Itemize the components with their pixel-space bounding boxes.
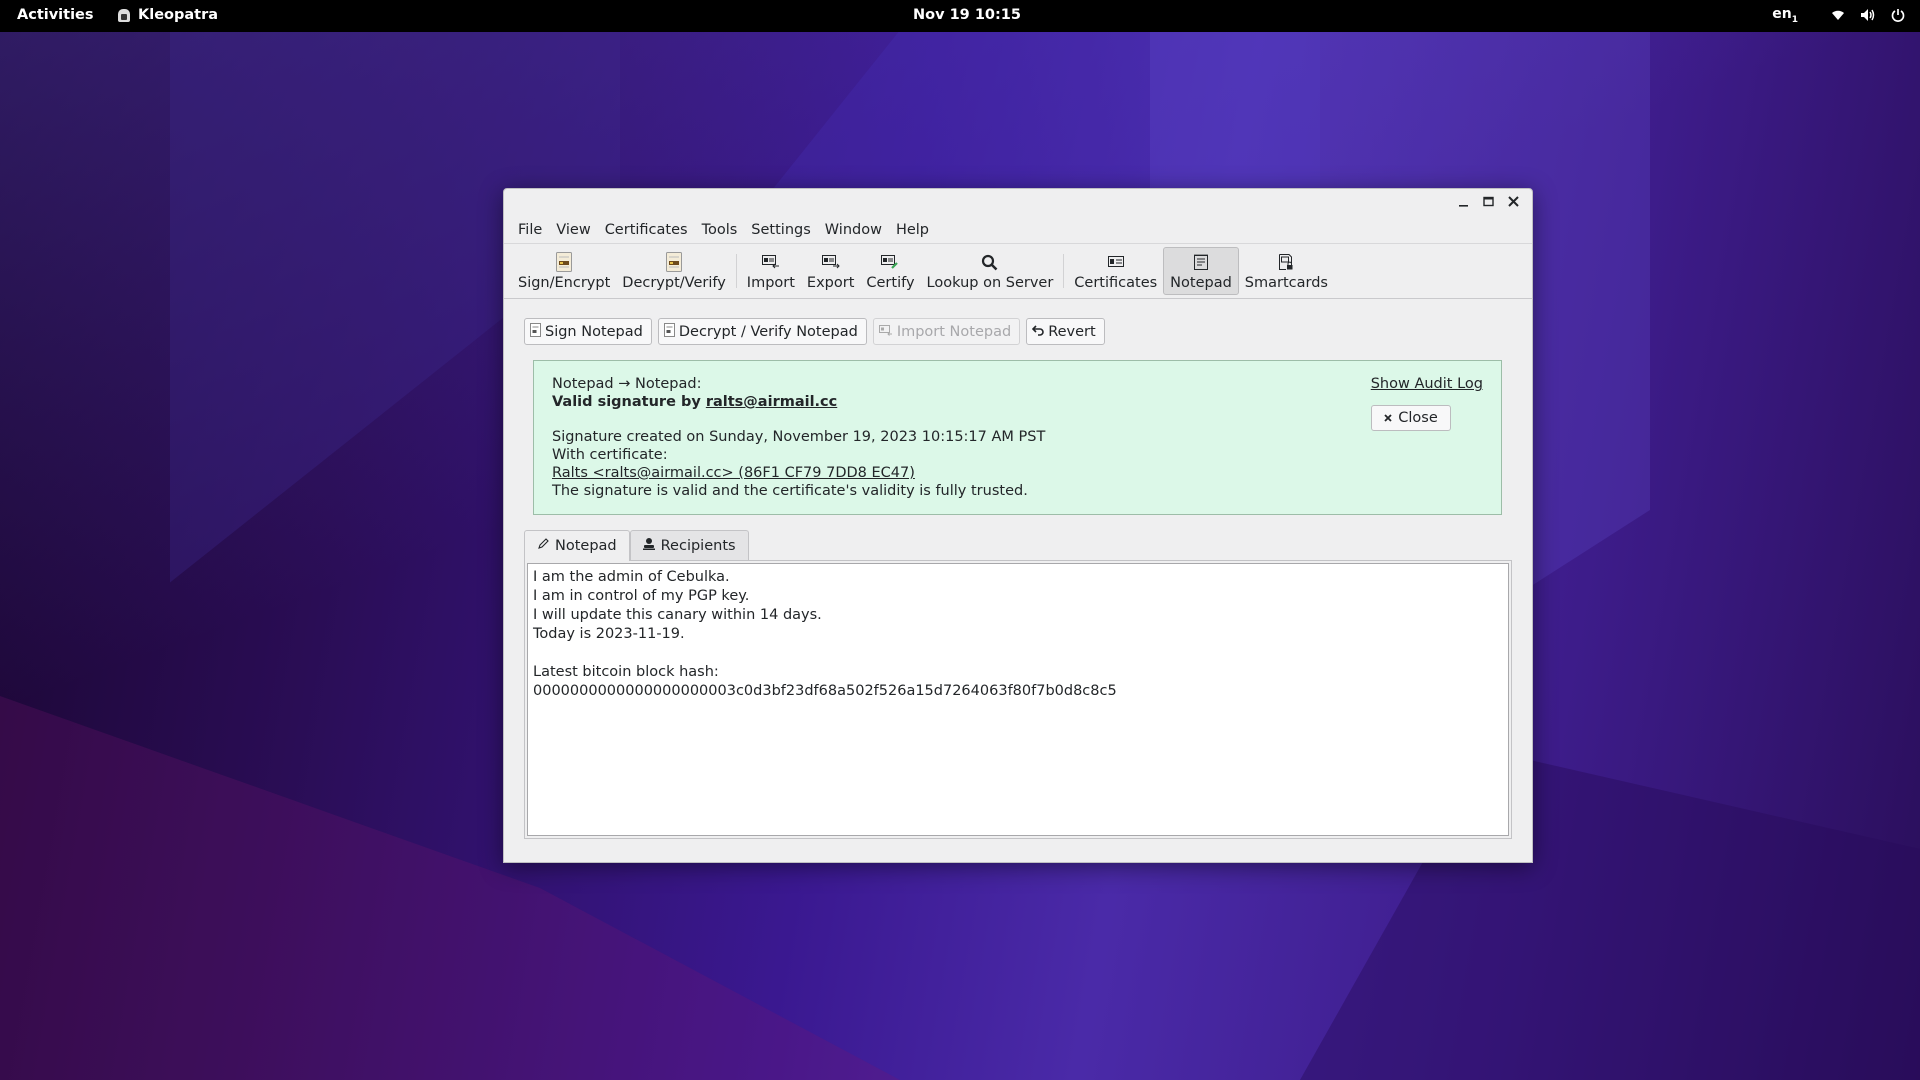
maximize-button[interactable] bbox=[1481, 194, 1495, 208]
import-notepad-label: Import Notepad bbox=[896, 323, 1012, 340]
revert-button[interactable]: Revert bbox=[1026, 318, 1105, 345]
activities-button[interactable]: Activities bbox=[17, 7, 94, 23]
toolbar-label: Smartcards bbox=[1244, 275, 1328, 291]
app-menu[interactable]: Kleopatra bbox=[118, 7, 218, 23]
tab-recipients[interactable]: Recipients bbox=[629, 530, 749, 560]
notepad-editor-frame: I am the admin of Cebulka. I am in contr… bbox=[524, 560, 1512, 839]
toolbar-label: Lookup on Server bbox=[926, 275, 1054, 291]
close-result-button[interactable]: Close bbox=[1371, 405, 1451, 431]
signer-email-link[interactable]: ralts@airmail.cc bbox=[706, 394, 837, 410]
clock[interactable]: Nov 19 10:15 bbox=[913, 7, 1021, 23]
volume-icon[interactable] bbox=[1860, 7, 1876, 23]
toolbar-label: Import bbox=[746, 275, 795, 291]
import-notepad-button[interactable]: Import Notepad bbox=[872, 318, 1021, 345]
wifi-icon[interactable] bbox=[1830, 7, 1846, 23]
menu-help[interactable]: Help bbox=[889, 222, 936, 238]
toolbar-label: Certificates bbox=[1074, 275, 1158, 291]
close-label: Close bbox=[1398, 410, 1438, 426]
document-icon bbox=[530, 322, 541, 341]
sign-notepad-button[interactable]: Sign Notepad bbox=[524, 318, 652, 345]
system-tray[interactable]: en1 bbox=[1772, 6, 1906, 25]
notepad-actions: Sign Notepad Decrypt / Verify Notepad Im… bbox=[524, 318, 1512, 345]
toolbar-label: Export bbox=[806, 275, 855, 291]
validity-statement: The signature is valid and the certifica… bbox=[552, 483, 1028, 499]
toolbar-certificates-button[interactable]: Certificates bbox=[1068, 247, 1163, 295]
toolbar-label: Notepad bbox=[1170, 275, 1232, 291]
toolbar-label: Sign/Encrypt bbox=[518, 275, 611, 291]
menu-view[interactable]: View bbox=[549, 222, 597, 238]
show-audit-log-link[interactable]: Show Audit Log bbox=[1371, 375, 1483, 393]
document-sign-icon bbox=[556, 251, 573, 273]
kleopatra-window: File View Certificates Tools Settings Wi… bbox=[503, 188, 1533, 863]
certificate-export-icon bbox=[821, 251, 840, 273]
user-icon bbox=[642, 537, 655, 554]
menu-certificates[interactable]: Certificates bbox=[598, 222, 695, 238]
toolbar-separator bbox=[735, 254, 737, 288]
menu-settings[interactable]: Settings bbox=[744, 222, 817, 238]
notepad-tabs: Notepad Recipients bbox=[524, 530, 1512, 561]
decrypt-verify-notepad-button[interactable]: Decrypt / Verify Notepad bbox=[657, 318, 867, 345]
toolbar-import-button[interactable]: Import bbox=[741, 247, 801, 295]
toolbar-certify-button[interactable]: Certify bbox=[860, 247, 920, 295]
tab-label: Recipients bbox=[660, 537, 736, 554]
main-toolbar: Sign/Encrypt Decrypt/Verify Import Expor… bbox=[504, 243, 1532, 299]
toolbar-label: Decrypt/Verify bbox=[622, 275, 726, 291]
minimize-button[interactable] bbox=[1456, 194, 1470, 208]
certificate-import-icon bbox=[878, 324, 893, 340]
certificates-icon bbox=[1107, 251, 1124, 273]
notepad-icon bbox=[1193, 251, 1208, 273]
toolbar-sign-encrypt-button[interactable]: Sign/Encrypt bbox=[512, 247, 616, 295]
tab-notepad[interactable]: Notepad bbox=[524, 530, 630, 561]
undo-icon bbox=[1032, 324, 1044, 340]
document-decrypt-icon bbox=[666, 251, 683, 273]
app-name: Kleopatra bbox=[138, 7, 219, 23]
toolbar-lookup-button[interactable]: Lookup on Server bbox=[921, 247, 1060, 295]
valid-signature-line: Valid signature by ralts@airmail.cc bbox=[552, 393, 1483, 411]
keyboard-layout-indicator[interactable]: en1 bbox=[1772, 6, 1798, 25]
title-bar[interactable] bbox=[504, 189, 1532, 217]
smartcard-icon bbox=[1279, 251, 1293, 273]
menu-window[interactable]: Window bbox=[818, 222, 889, 238]
sign-notepad-label: Sign Notepad bbox=[545, 323, 643, 340]
valid-signature-prefix: Valid signature by bbox=[552, 394, 706, 410]
notepad-text-editor[interactable]: I am the admin of Cebulka. I am in contr… bbox=[527, 563, 1509, 836]
close-icon bbox=[1384, 409, 1392, 427]
keyboard-layout-label: en bbox=[1772, 6, 1792, 22]
close-window-button[interactable] bbox=[1506, 194, 1520, 208]
toolbar-export-button[interactable]: Export bbox=[801, 247, 860, 295]
tab-label: Notepad bbox=[555, 538, 617, 554]
menu-tools[interactable]: Tools bbox=[695, 222, 745, 238]
pencil-icon bbox=[537, 538, 549, 554]
power-icon[interactable] bbox=[1890, 7, 1906, 23]
toolbar-smartcards-button[interactable]: Smartcards bbox=[1239, 247, 1334, 295]
with-certificate-label: With certificate: bbox=[552, 447, 668, 463]
search-icon bbox=[981, 251, 998, 273]
menu-bar: File View Certificates Tools Settings Wi… bbox=[504, 217, 1532, 243]
revert-label: Revert bbox=[1048, 323, 1096, 340]
document-icon bbox=[663, 322, 675, 341]
verification-result-box: Notepad → Notepad: Valid signature by ra… bbox=[533, 360, 1502, 515]
keyboard-layout-sub: 1 bbox=[1791, 14, 1798, 25]
toolbar-separator bbox=[1063, 254, 1065, 288]
certificate-certify-icon bbox=[881, 251, 899, 273]
toolbar-label: Certify bbox=[866, 275, 915, 291]
toolbar-decrypt-verify-button[interactable]: Decrypt/Verify bbox=[616, 247, 732, 295]
certificate-import-icon bbox=[761, 251, 780, 273]
result-header: Notepad → Notepad: bbox=[552, 376, 702, 392]
certificate-link[interactable]: Ralts <ralts@airmail.cc> (86F1 CF79 7DD8… bbox=[552, 465, 915, 481]
signature-created: Signature created on Sunday, November 19… bbox=[552, 429, 1046, 445]
toolbar-notepad-button[interactable]: Notepad bbox=[1163, 247, 1239, 295]
menu-file[interactable]: File bbox=[516, 222, 549, 238]
decrypt-verify-notepad-label: Decrypt / Verify Notepad bbox=[678, 323, 858, 340]
notepad-view: Sign Notepad Decrypt / Verify Notepad Im… bbox=[504, 299, 1532, 839]
gnome-top-bar: Activities Kleopatra Nov 19 10:15 en1 bbox=[0, 0, 1920, 32]
kleopatra-app-icon bbox=[118, 8, 130, 22]
